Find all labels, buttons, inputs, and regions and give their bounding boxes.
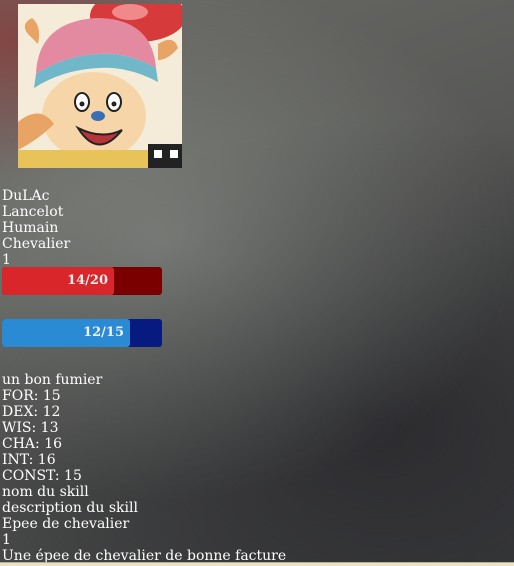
stat-dex: DEX: 12 [2, 404, 61, 420]
character-level: 1 [2, 252, 11, 268]
character-race: Humain [2, 220, 59, 236]
stat-for: FOR: 15 [2, 388, 61, 404]
hp-bar-fill: 14/20 [2, 267, 114, 295]
item-name: Epee de chevalier [2, 516, 130, 532]
skill-name: nom du skill [2, 484, 89, 500]
stat-const: CONST: 15 [2, 468, 82, 484]
bottom-panel-edge [0, 562, 514, 566]
item-quantity: 1 [2, 532, 11, 548]
stat-int: INT: 16 [2, 452, 56, 468]
avatar-image [18, 4, 182, 168]
stat-cha: CHA: 16 [2, 436, 63, 452]
character-class: Chevalier [2, 236, 71, 252]
player-name: DuLAc [2, 188, 50, 204]
avatar [18, 4, 182, 168]
mp-bar-fill: 12/15 [2, 319, 130, 347]
stat-wis: WIS: 13 [2, 420, 59, 436]
character-description: un bon fumier [2, 372, 103, 388]
skill-description: description du skill [2, 500, 138, 516]
character-name: Lancelot [2, 204, 64, 220]
mp-bar: 12/15 [2, 319, 162, 347]
hp-bar: 14/20 [2, 267, 162, 295]
